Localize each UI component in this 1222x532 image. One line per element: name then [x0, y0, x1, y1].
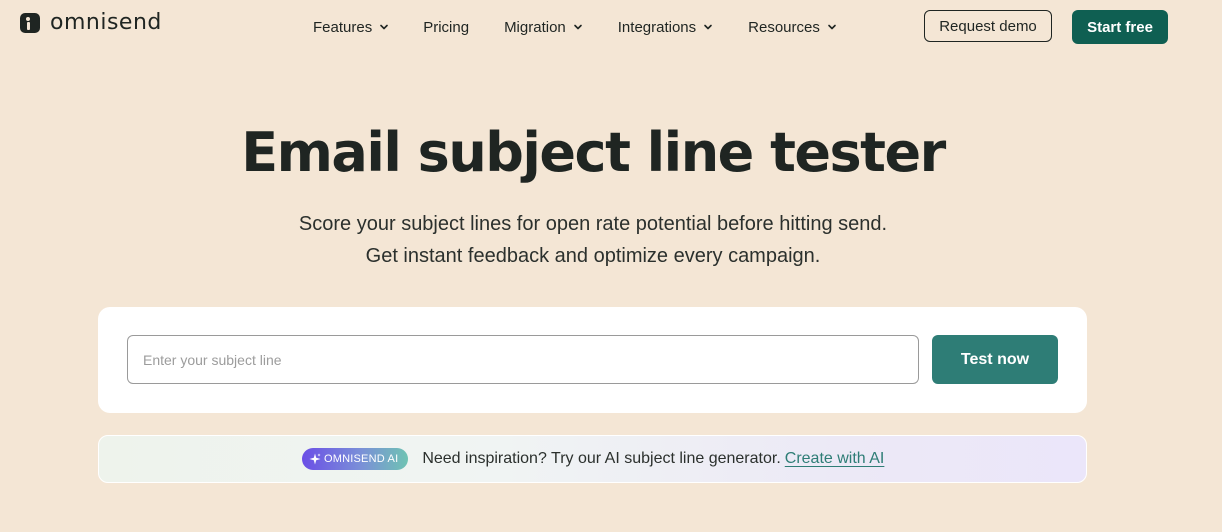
subject-tester-card: Test now: [98, 307, 1087, 413]
omnisend-logo-icon: [20, 13, 40, 33]
nav-item-pricing[interactable]: Pricing: [423, 18, 469, 36]
omnisend-logo[interactable]: omnisend: [20, 12, 162, 34]
nav-item-resources[interactable]: Resources: [748, 18, 837, 36]
ai-banner-text: Need inspiration? Try our AI subject lin…: [422, 450, 781, 467]
chevron-down-icon: [828, 24, 836, 30]
ai-banner-content: OMNISEND AI Need inspiration? Try our AI…: [302, 436, 884, 482]
request-demo-button[interactable]: Request demo: [924, 10, 1052, 42]
hero-subtitle: Score your subject lines for open rate p…: [0, 208, 1186, 272]
nav-item-label: Pricing: [423, 18, 470, 36]
hero-subtitle-line-2: Get instant feedback and optimize every …: [365, 245, 821, 267]
hero-subtitle-line-1: Score your subject lines for open rate p…: [298, 213, 888, 235]
subject-line-input[interactable]: [127, 335, 919, 384]
ai-inspiration-banner: OMNISEND AI Need inspiration? Try our AI…: [98, 435, 1087, 483]
nav-item-features[interactable]: Features: [313, 18, 389, 36]
start-free-button[interactable]: Start free: [1072, 10, 1168, 44]
nav-item-integrations[interactable]: Integrations: [618, 18, 713, 36]
test-now-button[interactable]: Test now: [932, 335, 1058, 384]
chevron-down-icon: [380, 24, 389, 30]
nav-item-label: Integrations: [617, 18, 697, 36]
chevron-down-icon: [573, 24, 582, 30]
nav-item-label: Migration: [504, 18, 566, 36]
ai-badge-label: OMNISEND AI: [324, 453, 399, 465]
chevron-down-icon: [704, 24, 712, 30]
sparkle-icon: [309, 453, 321, 465]
nav-item-label: Resources: [748, 18, 820, 36]
nav-item-label: Features: [313, 18, 373, 36]
omnisend-ai-badge: OMNISEND AI: [302, 448, 409, 470]
nav-item-migration[interactable]: Migration: [504, 18, 583, 36]
create-with-ai-link[interactable]: Create with AI: [785, 450, 885, 468]
main-nav: Features Pricing Migration Integrations …: [313, 18, 837, 36]
page-title: Email subject line tester: [241, 121, 946, 184]
logo-text: omnisend: [50, 10, 162, 35]
site-header: omnisend Features Pricing Migration Inte…: [0, 0, 1222, 54]
